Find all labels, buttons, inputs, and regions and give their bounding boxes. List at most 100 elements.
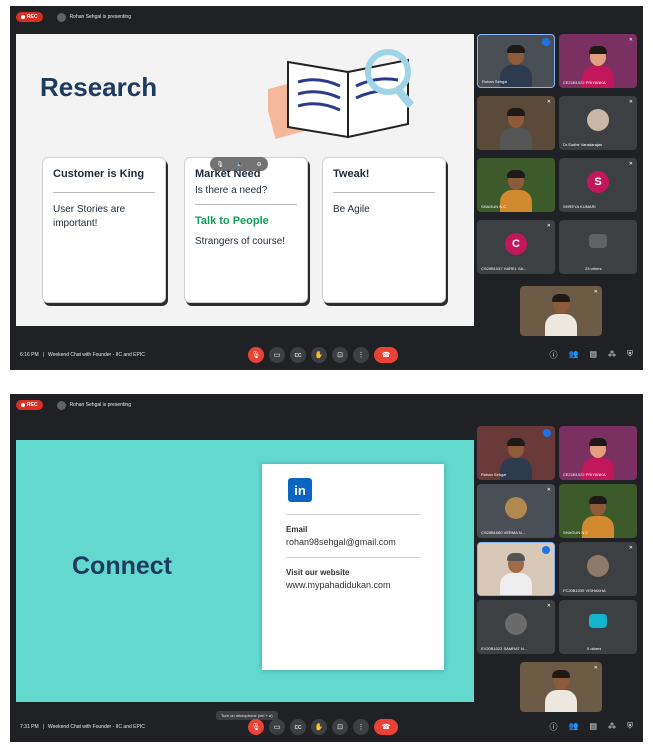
recording-badge: REC <box>16 400 43 410</box>
participant-tile[interactable] <box>477 542 555 596</box>
participant-tile[interactable]: S ✕ SHREYA KUMARI <box>559 158 637 212</box>
raise-hand-icon[interactable]: ✋ <box>311 347 327 363</box>
people-icon[interactable]: 👥 <box>568 722 578 733</box>
rec-label: REC <box>27 14 38 20</box>
floating-presenter-bar[interactable]: 🎙 🔈 ⊖ <box>210 157 268 171</box>
presenting-text: Rohan Sehgal is presenting <box>69 14 131 20</box>
people-icon[interactable]: 👥 <box>568 350 578 361</box>
participant-name: CE21B1022 PRIYANKA <box>563 472 606 477</box>
participant-name: SHREYA KUMARI <box>563 204 596 209</box>
avatar: C <box>505 233 527 256</box>
self-video <box>545 670 577 712</box>
participant-tile[interactable]: ✕ CS20B1060 VERMA N... <box>477 484 555 538</box>
speaking-icon <box>543 429 551 437</box>
participant-tile[interactable]: ✕ Dr.Sudhir Varadarajan <box>559 96 637 150</box>
speaking-icon <box>542 38 550 46</box>
chat-icon[interactable]: ▤ <box>589 350 597 361</box>
participant-video <box>500 108 532 150</box>
slide-title: Connect <box>72 552 172 580</box>
mic-off-icon[interactable]: 🎙 <box>248 347 264 363</box>
speaking-icon <box>542 546 550 554</box>
camera-icon[interactable]: ▭ <box>269 719 285 735</box>
mic-icon[interactable]: 🎙 <box>216 161 224 168</box>
top-bar: REC Rohan Sehgal is presenting <box>10 394 643 416</box>
present-icon[interactable]: ⊡ <box>332 719 348 735</box>
participant-tile[interactable]: ✕ EV20B1022 SAMRAT N... <box>477 600 555 654</box>
recording-badge: REC <box>16 12 43 22</box>
presenting-indicator[interactable]: Rohan Sehgal is presenting <box>56 12 131 22</box>
mic-off-icon: ✕ <box>593 665 598 671</box>
participant-tile[interactable]: Rohan Sehgal <box>477 426 555 480</box>
raise-hand-icon[interactable]: ✋ <box>311 719 327 735</box>
activities-icon[interactable]: ⁂ <box>608 350 616 361</box>
self-view[interactable]: ✕ <box>520 662 602 712</box>
participant-tile[interactable]: Rohan Sehgal <box>477 34 555 88</box>
card-body: Be Agile <box>333 204 370 215</box>
minimize-icon[interactable]: ⊖ <box>257 161 262 168</box>
presentation-slide: Research Customer is King User Stories a… <box>16 34 474 326</box>
presenter-avatar-icon <box>56 12 66 22</box>
participant-name: Rohan Sehgal <box>481 472 507 477</box>
mic-off-icon[interactable]: 🎙 <box>248 719 264 735</box>
info-icon[interactable]: ⓘ <box>549 350 557 361</box>
website-label: Visit our website <box>286 568 350 577</box>
more-options-icon[interactable]: ⋮ <box>353 719 369 735</box>
mic-off-icon: ✕ <box>628 161 633 167</box>
present-icon[interactable]: ⊡ <box>332 347 348 363</box>
card-subheading: Talk to People <box>195 215 269 227</box>
participant-tile[interactable]: SHAGUN N C <box>559 484 637 538</box>
rec-label: REC <box>27 402 38 408</box>
linkedin-icon[interactable]: in <box>288 478 312 502</box>
mic-off-icon: ✕ <box>628 37 633 43</box>
participant-tile[interactable]: ✕ CE21B1022 PRIYANKA <box>559 34 637 88</box>
card-body: User Stories are important! <box>53 204 126 229</box>
participant-name: FC20B1039 VISHAKHA <box>563 588 606 593</box>
activities-icon[interactable]: ⁂ <box>608 722 616 733</box>
participant-name: SHAGUN N C <box>481 204 507 209</box>
more-options-icon[interactable]: ⋮ <box>353 347 369 363</box>
separator: | <box>42 352 44 358</box>
presenting-indicator[interactable]: Rohan Sehgal is presenting <box>56 400 131 410</box>
participant-name: CS20B1060 VERMA N... <box>481 530 526 535</box>
meeting-name: Weekend Chat with Founder - IIC and EPIC <box>47 352 145 358</box>
meet-window-2: REC Rohan Sehgal is presenting Connect i… <box>10 394 643 742</box>
participant-tile[interactable]: ✕ <box>477 96 555 150</box>
participant-tile[interactable]: C ✕ CS20B1037 HAREL SA... <box>477 220 555 274</box>
captions-icon[interactable]: cc <box>290 347 306 363</box>
others-tile[interactable]: 23 others <box>559 220 637 274</box>
participant-name: CS20B1037 HAREL SA... <box>481 266 527 271</box>
website-value: www.mypahadidukan.com <box>286 580 391 590</box>
self-view[interactable]: ✕ <box>520 286 602 336</box>
self-video <box>545 294 577 336</box>
others-tile[interactable]: 5 others <box>559 600 637 654</box>
mic-off-icon: ✕ <box>628 99 633 105</box>
card-tweak: Tweak! Be Agile <box>322 157 446 303</box>
leave-call-icon[interactable]: ☎ <box>374 719 398 735</box>
others-count: 5 others <box>587 646 602 651</box>
bottom-bar: 6:16 PM | Weekend Chat with Founder - II… <box>10 340 643 370</box>
avatar <box>505 613 527 636</box>
leave-call-icon[interactable]: ☎ <box>374 347 398 363</box>
book-magnifier-illustration <box>268 49 415 139</box>
record-dot-icon <box>21 403 25 407</box>
call-controls: 🎙 ▭ cc ✋ ⊡ ⋮ ☎ <box>248 719 398 735</box>
captions-icon[interactable]: cc <box>290 719 306 735</box>
camera-icon[interactable]: ▭ <box>269 347 285 363</box>
host-controls-icon[interactable]: ⛨ <box>627 722 633 733</box>
meeting-name: Weekend Chat with Founder - IIC and EPIC <box>47 724 145 730</box>
volume-icon[interactable]: 🔈 <box>237 161 244 168</box>
email-label: Email <box>286 525 308 534</box>
participant-tile[interactable]: ✕ FC20B1039 VISHAKHA <box>559 542 637 596</box>
presenting-text: Rohan Sehgal is presenting <box>69 402 131 408</box>
info-icon[interactable]: ⓘ <box>549 722 557 733</box>
chat-icon[interactable]: ▤ <box>589 722 597 733</box>
participant-tile[interactable]: CE21B1022 PRIYANKA <box>559 426 637 480</box>
participant-name: Rohan Sehgal <box>482 79 508 84</box>
avatar <box>587 109 609 132</box>
mic-off-icon: ✕ <box>546 99 551 105</box>
card-heading: Tweak! <box>333 168 370 180</box>
mic-off-icon: ✕ <box>628 545 633 551</box>
host-controls-icon[interactable]: ⛨ <box>627 350 633 361</box>
presentation-slide: Connect in Email rohan98sehgal@gmail.com… <box>16 440 474 702</box>
participant-tile[interactable]: SHAGUN N C <box>477 158 555 212</box>
